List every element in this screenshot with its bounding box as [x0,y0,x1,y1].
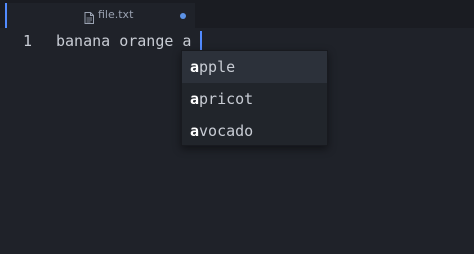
line-number: 1 [23,32,33,50]
text-cursor [200,31,202,51]
autocomplete-item-avocado[interactable]: a vocado [182,115,327,147]
autocomplete-rest: pricot [199,90,254,108]
code-line[interactable]: banana orange a [56,31,191,51]
autocomplete-rest: pple [199,58,236,76]
tab-title: file.txt [98,8,134,21]
autocomplete-match: a [190,58,200,76]
autocomplete-item-apple[interactable]: a pple [182,51,327,83]
autocomplete-item-apricot[interactable]: a pricot [182,83,327,115]
tab-title-group: file.txt [84,8,134,24]
autocomplete-popup: a pple a pricot a vocado [181,50,328,146]
autocomplete-rest: vocado [199,122,254,140]
file-icon [84,9,94,24]
autocomplete-match: a [190,90,200,108]
modified-indicator-dot[interactable] [180,13,186,19]
tab-file[interactable]: file.txt [5,3,195,28]
tab-bar: file.txt [0,0,474,28]
autocomplete-match: a [190,122,200,140]
